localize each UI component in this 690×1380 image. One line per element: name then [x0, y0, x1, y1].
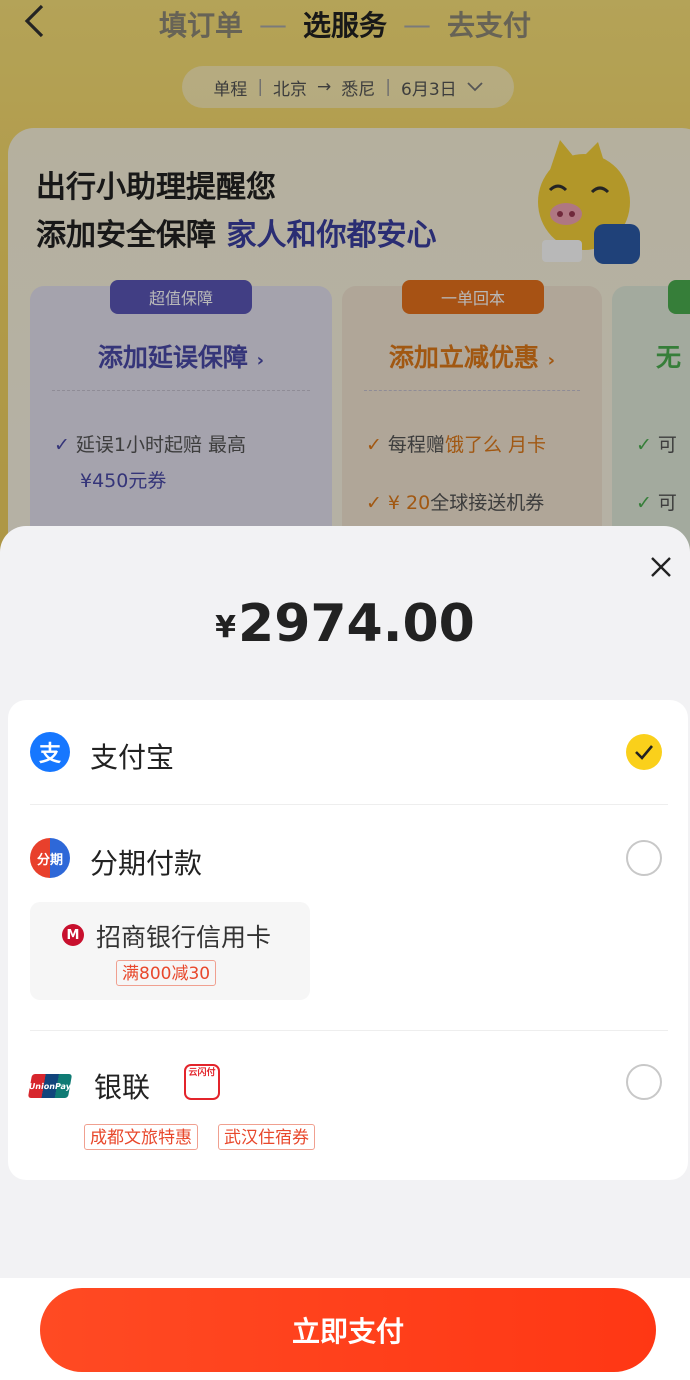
radio-selected[interactable] [626, 734, 662, 770]
row-divider [30, 1030, 668, 1031]
check-icon [635, 745, 653, 760]
radio-unselected[interactable] [626, 840, 662, 876]
radio-unselected[interactable] [626, 1064, 662, 1100]
modal-backdrop[interactable] [0, 0, 690, 560]
background-page: 填订单 — 选服务 — 去支付 单程 | 北京 → 悉尼 | 6月3日 出行小助… [0, 0, 690, 560]
cmb-logo-icon: M [62, 924, 84, 946]
promo-tag: 满800减30 [116, 960, 217, 986]
promo-tag: 成都文旅特惠 [84, 1124, 198, 1150]
payment-amount: ¥2974.00 [0, 594, 690, 654]
close-button[interactable] [646, 552, 676, 582]
currency-symbol: ¥ [215, 610, 237, 645]
payment-method-label: 分期付款 [90, 847, 203, 880]
installment-icon: 分期 [30, 838, 70, 878]
yunshanfu-icon: 云闪付 [184, 1064, 220, 1100]
pay-now-button[interactable]: 立即支付 [40, 1288, 656, 1372]
payment-method-label: 银联 [94, 1071, 151, 1104]
bank-option-cmb[interactable]: M 招商银行信用卡 满800减30 [30, 902, 310, 1000]
close-icon [651, 557, 671, 577]
row-divider [30, 804, 668, 805]
payment-methods-list: 支 支付宝 分期 分期付款 M 招商银行信用卡 满800减30 UnionPay… [8, 700, 688, 1180]
alipay-icon: 支 [30, 732, 70, 772]
payment-sheet: ¥2974.00 支 支付宝 分期 分期付款 M 招商银行信用卡 满800减30 [0, 526, 690, 1380]
promo-tag: 武汉住宿券 [218, 1124, 315, 1150]
footer-bar: 立即支付 [0, 1278, 690, 1380]
amount-value: 2974.00 [238, 594, 475, 654]
bank-name: 招商银行信用卡 [96, 923, 272, 952]
payment-method-label: 支付宝 [90, 741, 175, 774]
unionpay-icon: UnionPay [27, 1074, 73, 1098]
